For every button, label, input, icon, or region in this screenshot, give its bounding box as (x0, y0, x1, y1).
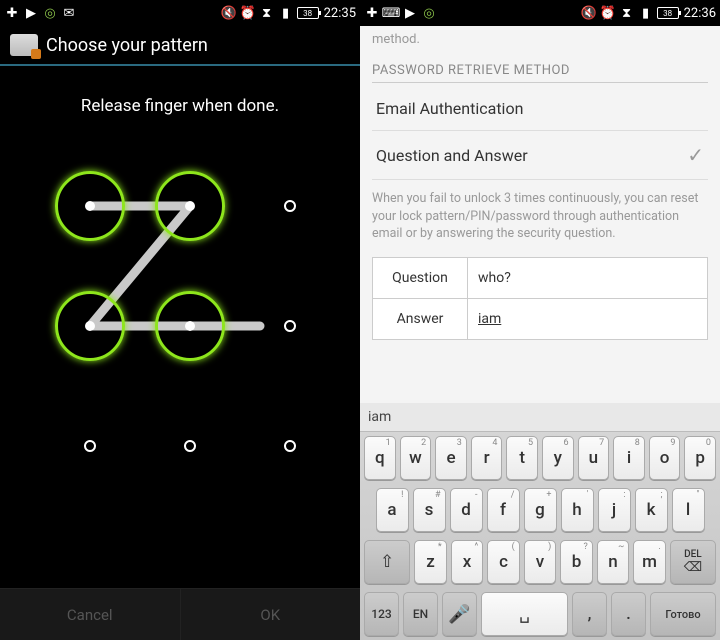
pattern-screen: ✚ ▶ ◎ ✉ 🔇 ⏰ ⧗ ▮ 38 22:35 Choose your pat… (0, 0, 360, 640)
key-d[interactable]: -d (450, 488, 483, 532)
key-x[interactable]: ^x (451, 540, 484, 584)
status-time: 22:35 (324, 6, 356, 21)
key-h[interactable]: 'h (561, 488, 594, 532)
key-g[interactable]: +g (524, 488, 557, 532)
key-shift[interactable]: ⇧ (364, 540, 410, 584)
keyboard: iam 1q2w3e4r5t6y7u8i9o0p !a#s-d/f+g'h:j;… (360, 403, 720, 640)
status-bar: ✚ ⌨ ▶ ◎ 🔇 ⏰ ⧗ ▮ 38 22:36 (360, 0, 720, 26)
key-done[interactable]: Готово (650, 592, 716, 636)
app-lock-icon (10, 34, 38, 56)
key-r[interactable]: 4r (471, 436, 503, 480)
check-icon: ✓ (687, 143, 704, 167)
key-p[interactable]: 0p (684, 436, 716, 480)
option-email-auth[interactable]: Email Authentication (372, 87, 708, 131)
status-bar: ✚ ▶ ◎ ✉ 🔇 ⏰ ⧗ ▮ 38 22:35 (0, 0, 360, 26)
pattern-node-2[interactable] (284, 200, 296, 212)
option-question-answer[interactable]: Question and Answer ✓ (372, 131, 708, 180)
mail-icon: ✉ (61, 5, 77, 21)
key-comma[interactable]: , (572, 592, 607, 636)
ok-button[interactable]: OK (180, 588, 361, 640)
keyboard-row-1: 1q2w3e4r5t6y7u8i9o0p (360, 432, 720, 484)
pattern-node-1[interactable] (155, 171, 225, 241)
pattern-grid[interactable] (30, 146, 330, 466)
question-input[interactable]: who? (468, 258, 707, 298)
pattern-node-0[interactable] (55, 171, 125, 241)
question-label: Question (373, 258, 468, 298)
play-icon: ▶ (402, 5, 418, 21)
plus-icon: ✚ (364, 5, 380, 21)
plus-icon: ✚ (4, 5, 20, 21)
key-a[interactable]: !a (376, 488, 409, 532)
pattern-node-8[interactable] (284, 440, 296, 452)
mute-icon: 🔇 (221, 5, 237, 21)
key-z[interactable]: *z (414, 540, 447, 584)
target-icon: ◎ (42, 5, 58, 21)
key-space[interactable]: ␣ (481, 592, 568, 636)
section-header: PASSWORD RETRIEVE METHOD (372, 63, 708, 83)
title-bar: Choose your pattern (0, 26, 360, 66)
signal-icon: ▮ (638, 5, 654, 21)
key-n[interactable]: ~n (597, 540, 630, 584)
key-b[interactable]: ?b (560, 540, 593, 584)
key-s[interactable]: #s (413, 488, 446, 532)
key-q[interactable]: 1q (364, 436, 396, 480)
cancel-button[interactable]: Cancel (0, 588, 180, 640)
qa-table: Question who? Answer iam (372, 257, 708, 340)
truncated-text: method. (372, 32, 708, 47)
key-delete[interactable]: DEL⌫ (670, 540, 716, 584)
key-j[interactable]: :j (598, 488, 631, 532)
wifi-icon: ⧗ (619, 5, 635, 21)
option-label: Email Authentication (376, 99, 523, 118)
play-icon: ▶ (23, 5, 39, 21)
option-label: Question and Answer (376, 146, 528, 165)
key-o[interactable]: 9o (649, 436, 681, 480)
keyboard-row-4: 123 EN 🎤 ␣ , . Готово (360, 588, 720, 640)
settings-screen: ✚ ⌨ ▶ ◎ 🔇 ⏰ ⧗ ▮ 38 22:36 method. PASSWOR… (360, 0, 720, 640)
key-f[interactable]: /f (487, 488, 520, 532)
signal-icon: ▮ (278, 5, 294, 21)
keyboard-row-3: ⇧*z^x(c)v?b~n.mDEL⌫ (360, 536, 720, 588)
target-icon: ◎ (421, 5, 437, 21)
pattern-node-4[interactable] (155, 291, 225, 361)
key-mic[interactable]: 🎤 (442, 592, 477, 636)
keyboard-icon: ⌨ (383, 5, 399, 21)
key-y[interactable]: 6y (542, 436, 574, 480)
key-w[interactable]: 2w (400, 436, 432, 480)
key-u[interactable]: 7u (578, 436, 610, 480)
pattern-node-6[interactable] (84, 440, 96, 452)
answer-input[interactable]: iam (468, 299, 707, 339)
pattern-node-5[interactable] (284, 320, 296, 332)
description-text: When you fail to unlock 3 times continuo… (372, 190, 708, 243)
pattern-node-7[interactable] (184, 440, 196, 452)
status-time: 22:36 (684, 6, 716, 21)
settings-content: method. PASSWORD RETRIEVE METHOD Email A… (360, 26, 720, 340)
key-t[interactable]: 5t (506, 436, 538, 480)
key-e[interactable]: 3e (435, 436, 467, 480)
battery-icon: 38 (297, 7, 319, 19)
key-m[interactable]: .m (633, 540, 666, 584)
key-c[interactable]: (c (487, 540, 520, 584)
wifi-icon: ⧗ (259, 5, 275, 21)
key-l[interactable]: "l (672, 488, 705, 532)
key-v[interactable]: )v (524, 540, 557, 584)
battery-icon: 38 (657, 7, 679, 19)
key-period[interactable]: . (611, 592, 646, 636)
key-numbers[interactable]: 123 (364, 592, 399, 636)
key-k[interactable]: ;k (635, 488, 668, 532)
keyboard-suggestion[interactable]: iam (360, 403, 720, 432)
alarm-icon: ⏰ (240, 5, 256, 21)
answer-label: Answer (373, 299, 468, 339)
alarm-icon: ⏰ (600, 5, 616, 21)
instruction-text: Release finger when done. (0, 96, 360, 116)
mic-icon: 🎤 (448, 604, 470, 625)
key-i[interactable]: 8i (613, 436, 645, 480)
key-language[interactable]: EN (403, 592, 438, 636)
button-bar: Cancel OK (0, 588, 360, 640)
keyboard-row-2: !a#s-d/f+g'h:j;k"l (360, 484, 720, 536)
mute-icon: 🔇 (581, 5, 597, 21)
page-title: Choose your pattern (46, 35, 208, 56)
pattern-node-3[interactable] (55, 291, 125, 361)
